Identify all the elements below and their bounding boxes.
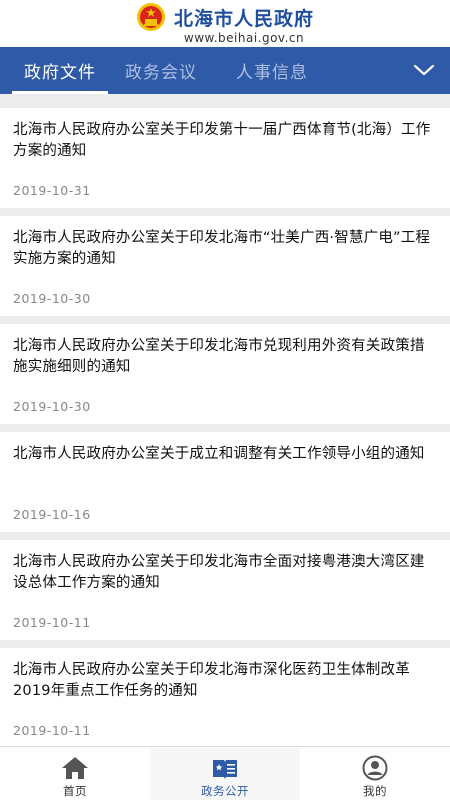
list-item[interactable]: 北海市人民政府办公室关于印发北海市“壮美广西·智慧广电”工程实施方案的通知 20… (0, 216, 450, 316)
list-item[interactable]: 北海市人民政府办公室关于成立和调整有关工作领导小组的通知 2019-10-16 (0, 432, 450, 532)
site-url: www.beihai.gov.cn (183, 31, 305, 45)
chevron-down-icon (413, 64, 435, 76)
nav-home-label: 首页 (63, 784, 87, 798)
tab-personnel-info[interactable]: 人事信息 (236, 47, 308, 94)
category-tabs: 政府文件 政务会议 人事信息 (0, 47, 450, 94)
list-item-title: 北海市人民政府办公室关于成立和调整有关工作领导小组的通知 (13, 446, 425, 462)
list-item-title: 北海市人民政府办公室关于印发北海市深化医药卫生体制改革2019年重点工作任务的通… (13, 662, 410, 699)
nav-home[interactable]: 首页 (0, 747, 150, 800)
list-item-title: 北海市人民政府办公室关于印发第十一届广西体育节(北海）工作方案的通知 (13, 122, 431, 159)
book-icon (211, 755, 239, 781)
nav-government-affairs[interactable]: 政务公开 (150, 747, 300, 800)
national-emblem-icon (136, 3, 165, 31)
nav-government-affairs-label: 政务公开 (201, 784, 249, 798)
user-icon (361, 755, 389, 781)
list-item-date: 2019-10-16 (13, 507, 91, 522)
brand-row: 北海市人民政府 (136, 3, 314, 31)
list-item-date: 2019-10-11 (13, 615, 91, 630)
list-item-date: 2019-10-30 (13, 291, 91, 306)
nav-mine-label: 我的 (363, 784, 387, 798)
list-item[interactable]: 北海市人民政府办公室关于印发北海市全面对接粤港澳大湾区建设总体工作方案的通知 2… (0, 540, 450, 640)
app-header: 北海市人民政府 www.beihai.gov.cn (0, 0, 450, 47)
list-item[interactable]: 北海市人民政府办公室关于印发北海市深化医药卫生体制改革2019年重点工作任务的通… (0, 648, 450, 746)
tab-government-documents[interactable]: 政府文件 (12, 47, 108, 94)
app-root: 北海市人民政府 www.beihai.gov.cn 政府文件 政务会议 人事信息… (0, 0, 450, 800)
list-item-date: 2019-10-31 (13, 183, 91, 198)
site-title: 北海市人民政府 (173, 7, 314, 30)
list-item-title: 北海市人民政府办公室关于印发北海市“壮美广西·智慧广电”工程实施方案的通知 (13, 230, 431, 267)
bottom-navigation: 首页 政务公开 我的 (0, 746, 450, 800)
home-icon (61, 755, 89, 781)
document-list: 北海市人民政府办公室关于印发第十一届广西体育节(北海）工作方案的通知 2019-… (0, 94, 450, 746)
tab-government-meetings[interactable]: 政务会议 (125, 47, 197, 94)
tabs-expand-button[interactable] (412, 61, 436, 79)
list-item[interactable]: 北海市人民政府办公室关于印发第十一届广西体育节(北海）工作方案的通知 2019-… (0, 108, 450, 208)
list-item-date: 2019-10-30 (13, 399, 91, 414)
list-item-title: 北海市人民政府办公室关于印发北海市兑现利用外资有关政策措施实施细则的通知 (13, 338, 425, 375)
list-item-title: 北海市人民政府办公室关于印发北海市全面对接粤港澳大湾区建设总体工作方案的通知 (13, 554, 425, 591)
nav-mine[interactable]: 我的 (300, 747, 450, 800)
list-item-date: 2019-10-11 (13, 723, 91, 738)
list-item[interactable]: 北海市人民政府办公室关于印发北海市兑现利用外资有关政策措施实施细则的通知 201… (0, 324, 450, 424)
